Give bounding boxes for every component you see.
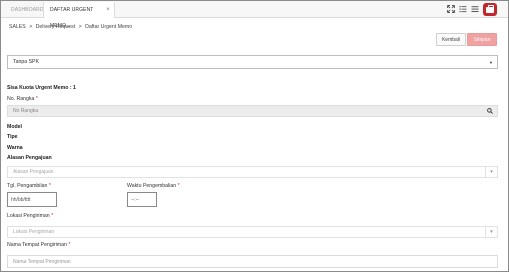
warna-label: Warna xyxy=(7,145,23,151)
rangka-label: No. Rangka xyxy=(7,96,35,102)
tab-dashboard-label: DASHBOARD xyxy=(11,7,44,13)
tgl-pengambilan-input[interactable]: hh/bb/tttt xyxy=(7,192,57,207)
tipe-label: Tipe xyxy=(7,134,18,140)
tab-dashboard[interactable]: DASHBOARD xyxy=(5,2,44,18)
quota-label: Sisa Kuota Urgent Memo : 1 xyxy=(7,85,76,91)
chevron-down-icon: ▼ xyxy=(485,227,497,237)
breadcrumb-separator: > xyxy=(29,24,33,30)
model-label: Model xyxy=(7,124,22,130)
lokasi-label-row: Lokasi Pengiriman * xyxy=(7,213,53,219)
tgl-pengambilan-label: Tgl. Pengambilan xyxy=(7,183,48,189)
nama-tempat-placeholder: Nama Tempat Pengiriman xyxy=(13,259,71,265)
rangka-label-row: No. Rangka * xyxy=(7,96,38,102)
breadcrumb-sales[interactable]: SALES xyxy=(9,24,26,30)
waktu-pengembalian-label-row: Waktu Pengembalian * xyxy=(127,183,180,189)
caret-down-icon: ▼ xyxy=(489,60,493,65)
list-icon[interactable] xyxy=(459,5,467,14)
alasan-select[interactable]: Alasan Pengajuan ▼ xyxy=(7,166,498,178)
nama-tempat-label-row: Nama Tempat Pengiriman * xyxy=(7,242,70,248)
user-menu-button[interactable] xyxy=(483,3,497,16)
required-mark: * xyxy=(68,242,71,248)
rangka-input-placeholder: No Rangka xyxy=(13,108,39,114)
alasan-select-placeholder: Alasan Pengajuan xyxy=(13,169,54,175)
briefcase-icon xyxy=(486,5,494,13)
top-bar: DASHBOARD DAFTAR URGENT MEMO... × xyxy=(1,1,508,29)
waktu-pengembalian-label: Waktu Pengembalian xyxy=(127,183,177,189)
required-mark: * xyxy=(35,96,38,102)
rangka-input[interactable]: No Rangka xyxy=(7,105,498,117)
tgl-pengambilan-label-row: Tgl. Pengambilan * xyxy=(7,183,51,189)
lokasi-label: Lokasi Pengiriman xyxy=(7,213,50,219)
spk-select-value: Tanpa SPK xyxy=(13,59,39,65)
breadcrumb-separator: > xyxy=(78,24,82,30)
required-mark: * xyxy=(177,183,180,189)
nama-tempat-input[interactable]: Nama Tempat Pengiriman xyxy=(7,255,498,268)
save-button[interactable]: Simpan xyxy=(467,33,497,46)
close-icon[interactable]: × xyxy=(106,2,110,18)
required-mark: * xyxy=(51,213,54,219)
back-button[interactable]: Kembali xyxy=(436,33,466,46)
breadcrumb-daftar-urgent-memo: Daftar Urgent Memo xyxy=(85,24,133,30)
chevron-down-icon: ▼ xyxy=(485,167,497,177)
search-icon[interactable] xyxy=(487,108,493,114)
expand-icon[interactable] xyxy=(447,5,455,14)
lokasi-select[interactable]: Lokasi Pengiriman ▼ xyxy=(7,226,498,238)
lokasi-select-placeholder: Lokasi Pengiriman xyxy=(13,229,55,235)
tgl-pengambilan-value: hh/bb/tttt xyxy=(11,197,31,203)
menu-icon[interactable] xyxy=(471,5,479,14)
alasan-label: Alasan Pengajuan xyxy=(7,155,52,161)
waktu-pengembalian-input[interactable]: --:-- xyxy=(127,192,157,207)
nama-tempat-label: Nama Tempat Pengiriman xyxy=(7,242,67,248)
required-mark: * xyxy=(48,183,51,189)
waktu-pengembalian-value: --:-- xyxy=(131,197,140,203)
breadcrumb: SALES > Delivery Request > Daftar Urgent… xyxy=(9,24,134,30)
spk-select[interactable]: Tanpa SPK ▼ xyxy=(7,55,498,69)
tab-daftar-urgent-memo[interactable]: DAFTAR URGENT MEMO... × xyxy=(43,2,115,29)
breadcrumb-delivery-request[interactable]: Delivery Request xyxy=(36,24,76,30)
